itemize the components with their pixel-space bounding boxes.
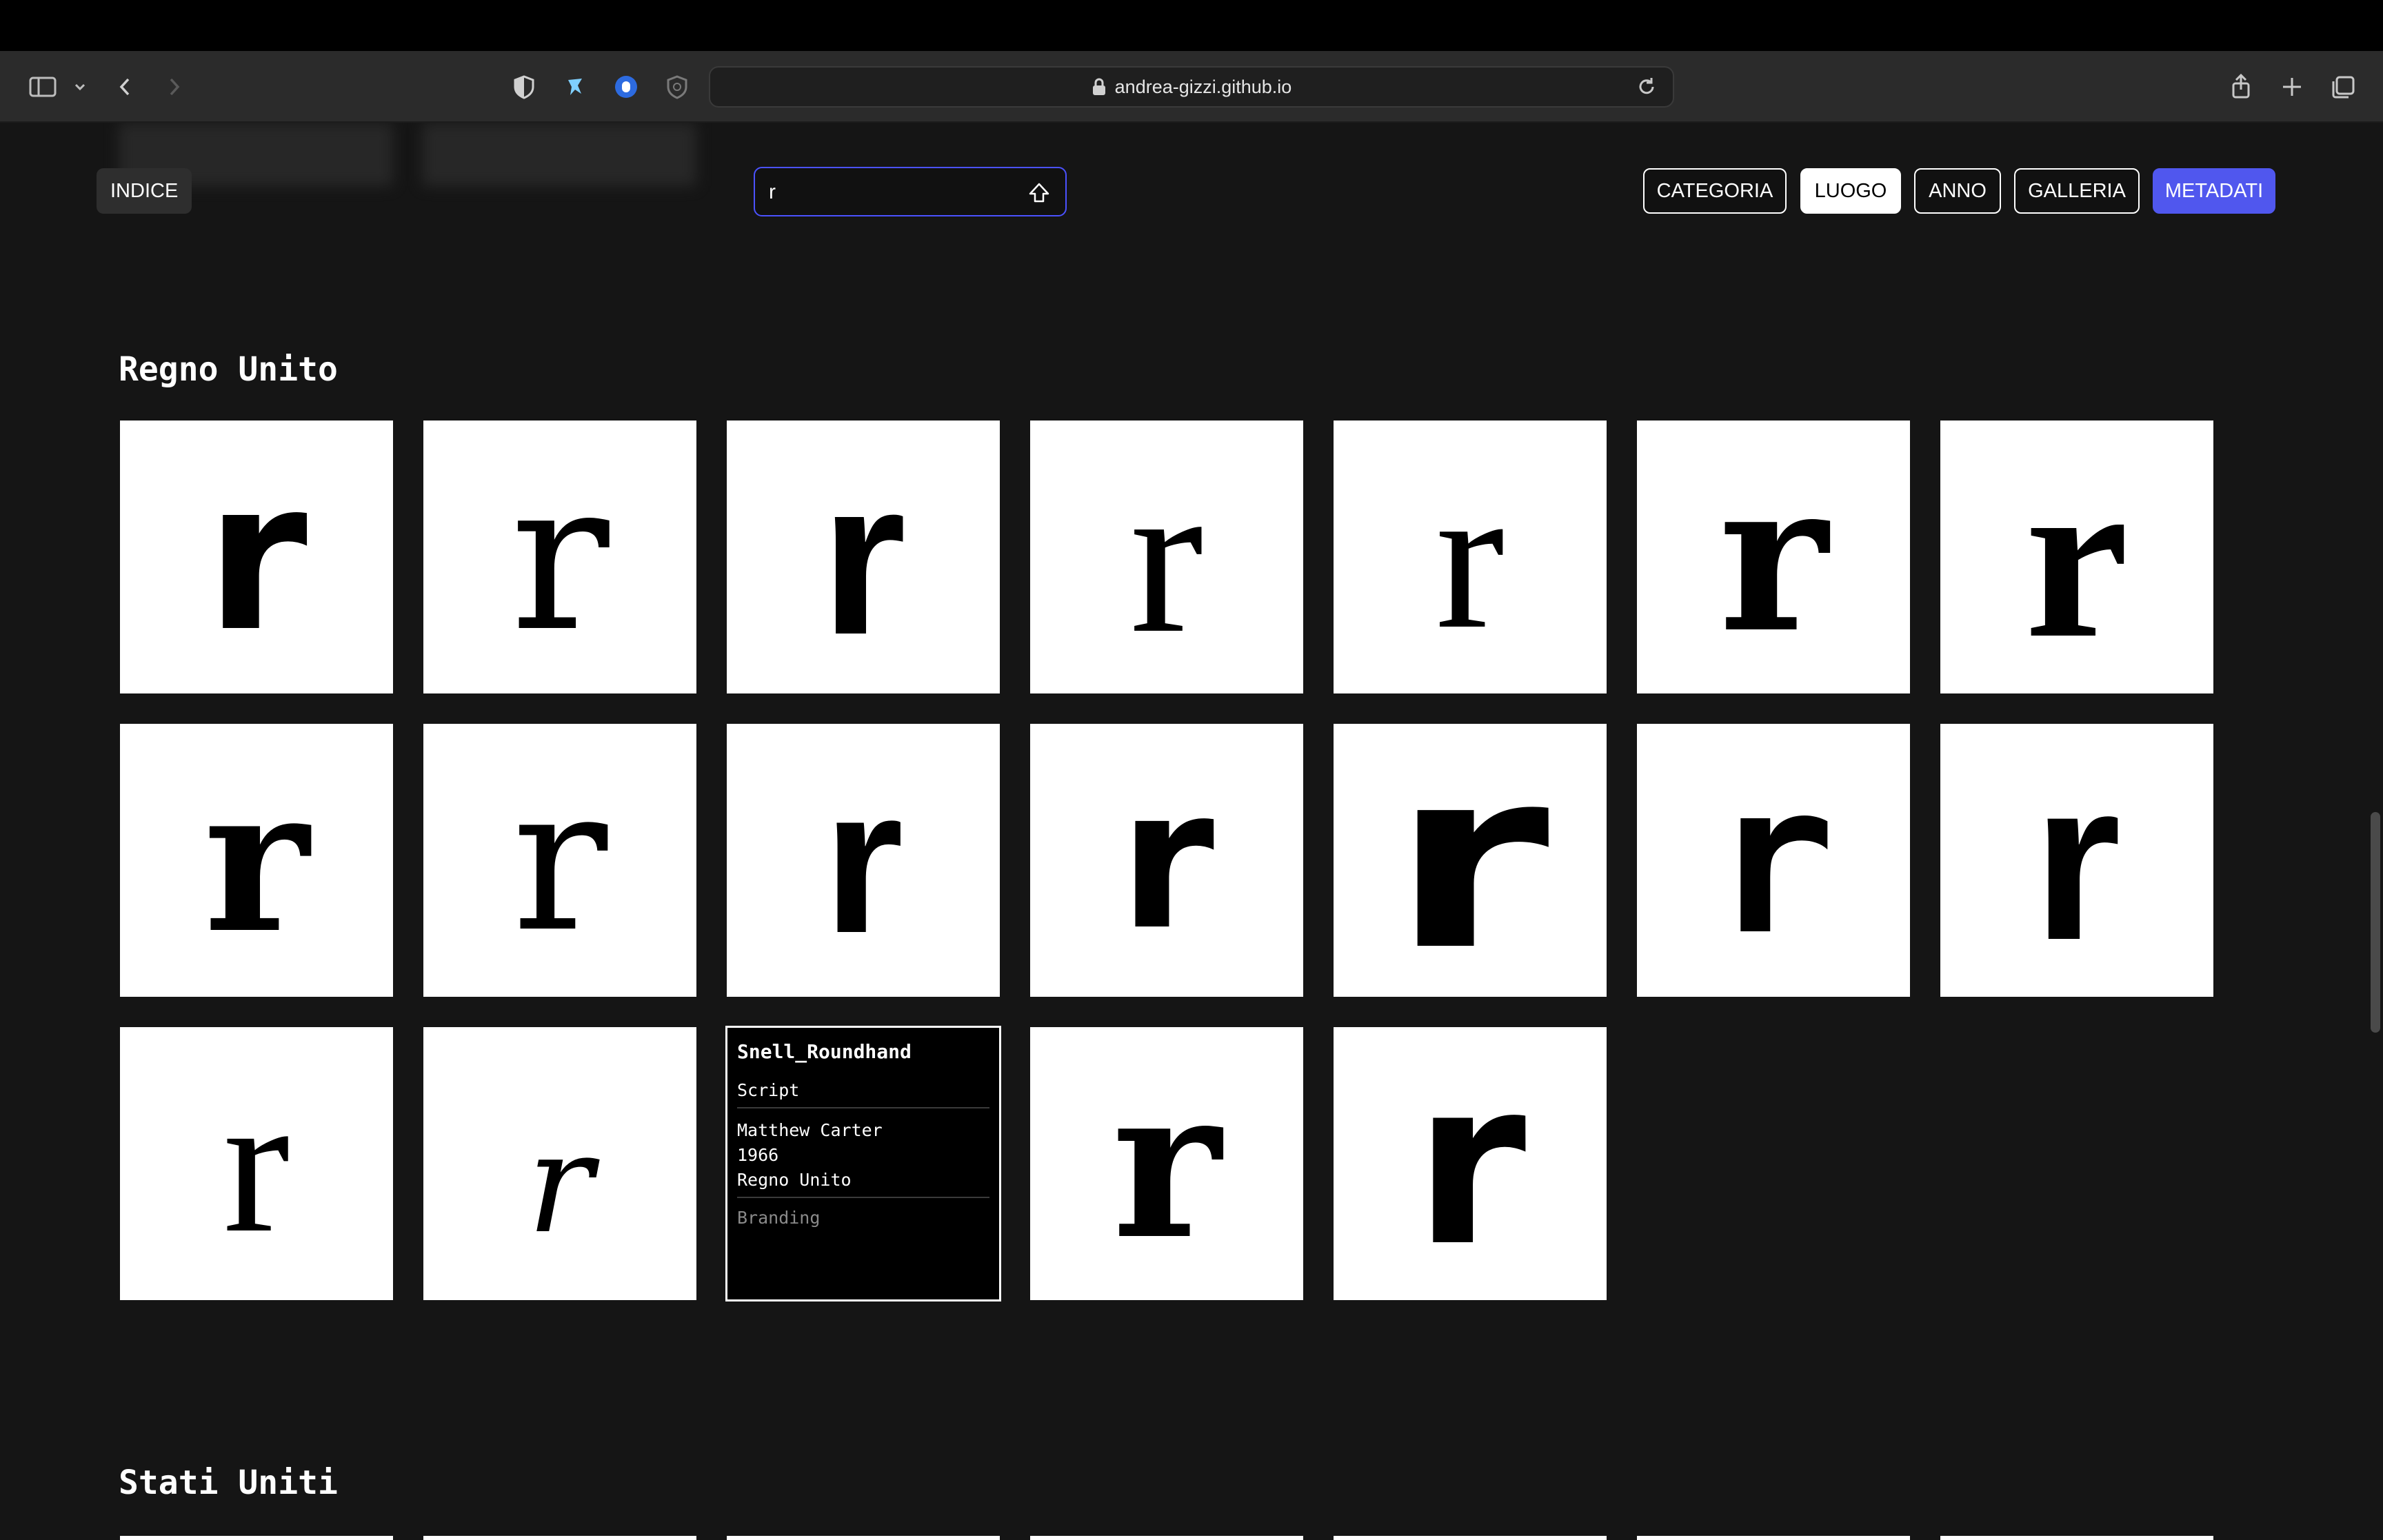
glyph-tile[interactable]: r [1940,724,2213,997]
scrolled-tile-ghost [422,123,696,186]
divider [737,1107,989,1108]
section-title-regno-unito: Regno Unito [119,350,338,389]
font-designer: Matthew Carter [737,1120,883,1140]
forward-icon[interactable] [157,70,190,103]
shield-icon[interactable] [507,70,541,103]
glyph-tile[interactable]: r [423,724,696,997]
address-bar[interactable]: andrea-gizzi.github.io [709,66,1674,108]
plus-icon[interactable] [2275,70,2309,103]
tracker-icon[interactable] [661,70,694,103]
glyph-tile[interactable] [1940,1536,2213,1540]
glyph-tile[interactable]: r [727,421,1000,693]
glyph-tile[interactable]: r [1030,1027,1303,1300]
glyph-tile[interactable] [727,1536,1000,1540]
sidebar-icon[interactable] [26,70,59,103]
filter-categoria[interactable]: CATEGORIA [1643,168,1787,214]
glyph-tile[interactable]: r [1334,724,1607,997]
glyph-tile[interactable] [120,1536,393,1540]
font-category: Script [737,1080,800,1100]
url-text: andrea-gizzi.github.io [1114,76,1292,97]
glyph-tile[interactable]: r [1637,421,1910,693]
font-place: Regno Unito [737,1170,852,1190]
glyph-tile[interactable]: r [1334,1027,1607,1300]
glyph-tile[interactable] [1334,1536,1607,1540]
glyph-tile[interactable] [1030,1536,1303,1540]
filter-metadati[interactable]: METADATI [2153,168,2275,214]
font-name: Snell_Roundhand [737,1040,912,1063]
glyph-tile[interactable] [1637,1536,1910,1540]
browser-toolbar: andrea-gizzi.github.io [0,51,2383,123]
search-box[interactable] [754,167,1067,216]
divider [737,1197,989,1198]
glyph-tile[interactable]: r [1637,724,1910,997]
extension-icon[interactable] [559,70,592,103]
font-year: 1966 [737,1145,779,1165]
glyph-metadata-card[interactable]: Snell_Roundhand Script Matthew Carter 19… [725,1026,1001,1301]
back-icon[interactable] [109,70,142,103]
font-use: Branding [737,1208,821,1228]
glyph-tile[interactable]: r [727,724,1000,997]
scrollbar[interactable] [2371,812,2380,1033]
search-input[interactable] [769,178,1017,207]
glyph-tile[interactable]: r [423,421,696,693]
filter-galleria[interactable]: GALLERIA [2014,168,2140,214]
section-title-stati-uniti: Stati Uniti [119,1463,338,1502]
page: INDICE CATEGORIA LUOGO ANNO GALLERIA MET… [0,123,2383,1540]
shift-icon[interactable] [1025,179,1053,207]
glyph-tile[interactable]: r [423,1027,696,1300]
privacy-icon[interactable] [610,70,643,103]
glyph-tile[interactable]: r [120,421,393,693]
share-icon[interactable] [2224,70,2258,103]
glyph-tile[interactable]: r [120,1027,393,1300]
glyph-tile[interactable]: r [120,724,393,997]
glyph-tile[interactable]: r [1940,421,2213,693]
index-button[interactable]: INDICE [97,168,192,214]
glyph-tile[interactable]: r [1334,421,1607,693]
filter-luogo[interactable]: LUOGO [1800,168,1901,214]
glyph-tile[interactable]: r [1030,724,1303,997]
lock-icon [1092,78,1107,96]
tabs-icon[interactable] [2326,70,2360,103]
glyph-tile[interactable] [423,1536,696,1540]
os-menu-bar [0,0,2383,51]
filter-anno[interactable]: ANNO [1914,168,2001,214]
glyph-tile[interactable]: r [1030,421,1303,693]
chevron-down-icon[interactable] [63,70,86,103]
reload-icon[interactable] [1633,73,1660,101]
